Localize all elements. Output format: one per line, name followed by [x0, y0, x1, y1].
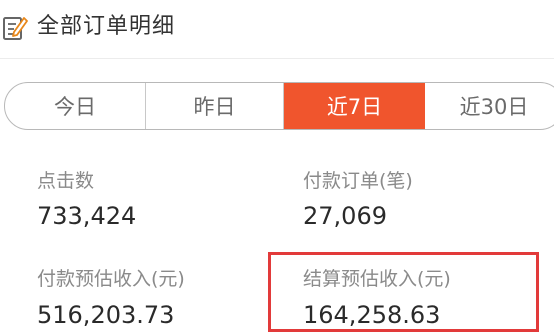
paid-estimated-income-label: 付款预估收入(元)	[37, 268, 185, 290]
tab-last-30-days[interactable]: 近30日	[425, 83, 554, 129]
page-title: 全部订单明细	[37, 14, 176, 39]
page-header: 全部订单明细	[0, 0, 554, 58]
edit-note-icon	[2, 12, 28, 42]
paid-orders-label: 付款订单(笔)	[303, 170, 413, 192]
clicks-label: 点击数	[37, 170, 95, 192]
tab-yesterday[interactable]: 昨日	[146, 83, 284, 129]
order-details-page: 全部订单明细 今日 昨日 近7日 近30日 点击数 733,424 付款订单(笔…	[0, 0, 554, 335]
highlight-box	[268, 252, 539, 332]
paid-estimated-income-value: 516,203.73	[37, 301, 175, 329]
date-range-tabs: 今日 昨日 近7日 近30日	[4, 82, 554, 130]
paid-orders-value: 27,069	[303, 202, 387, 230]
tab-last-7-days[interactable]: 近7日	[284, 83, 425, 129]
clicks-value: 733,424	[37, 202, 137, 230]
header-divider	[0, 58, 554, 59]
tab-today[interactable]: 今日	[5, 83, 146, 129]
